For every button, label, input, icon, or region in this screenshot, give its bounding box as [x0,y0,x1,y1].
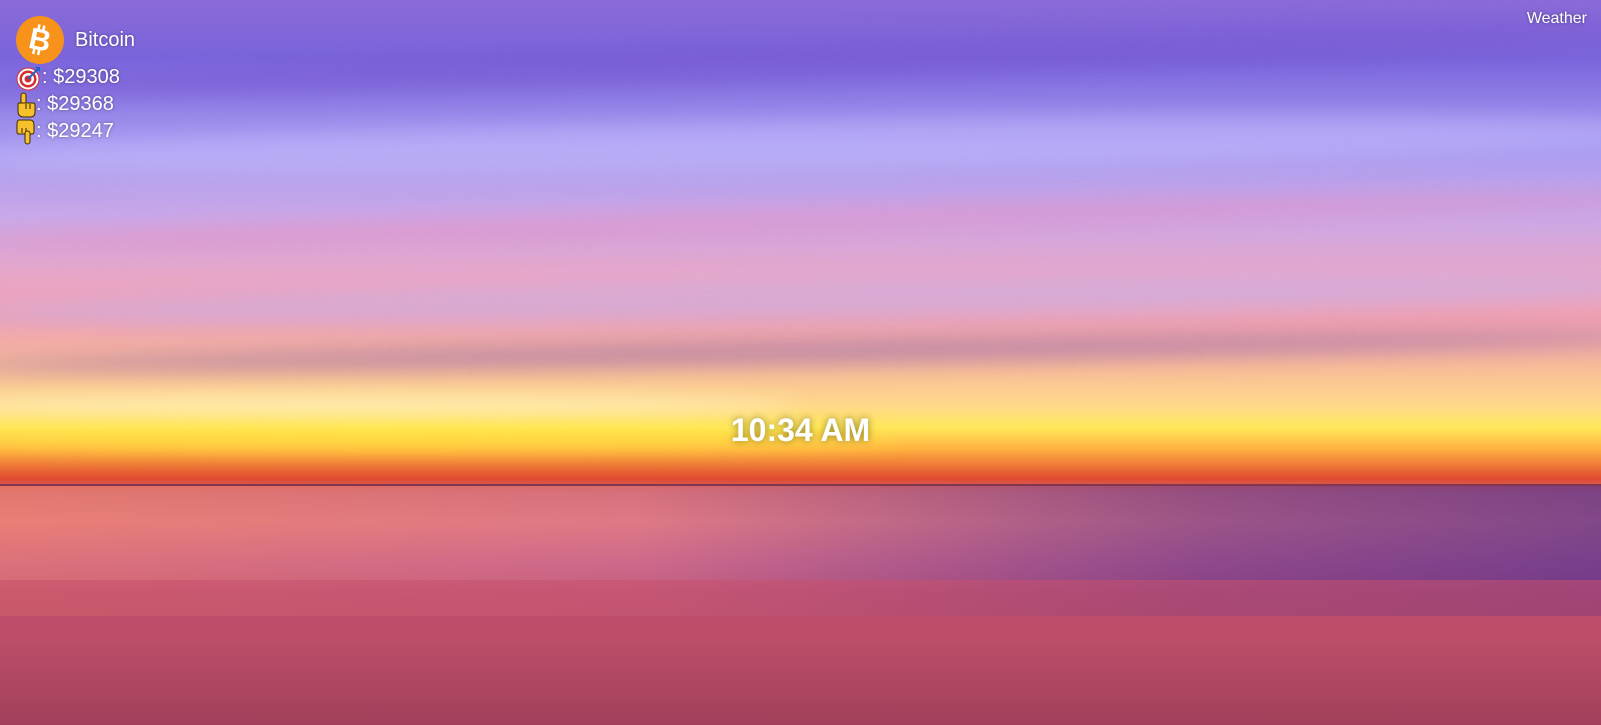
clock-time: 10:34 AM [730,412,871,448]
high-price-row: : $29368 [16,91,135,118]
high-price-text: : $29368 [36,93,114,115]
target-icon [16,65,42,91]
crypto-header: B Bitcoin [16,16,135,64]
crypto-widget: B Bitcoin : $29308: $29368: $29247 [16,16,135,145]
low-price-text: : $29247 [36,120,114,142]
low-price-row: : $29247 [16,118,135,145]
target-price-row: : $29308 [16,64,135,91]
bitcoin-logo-icon: B [16,16,64,64]
pointing-up-icon [16,92,36,118]
pointing-down-icon [16,119,36,145]
background-photo [0,0,1601,725]
weather-link[interactable]: Weather [1527,10,1587,28]
target-price-text: : $29308 [42,66,120,88]
coin-name: Bitcoin [75,28,136,51]
